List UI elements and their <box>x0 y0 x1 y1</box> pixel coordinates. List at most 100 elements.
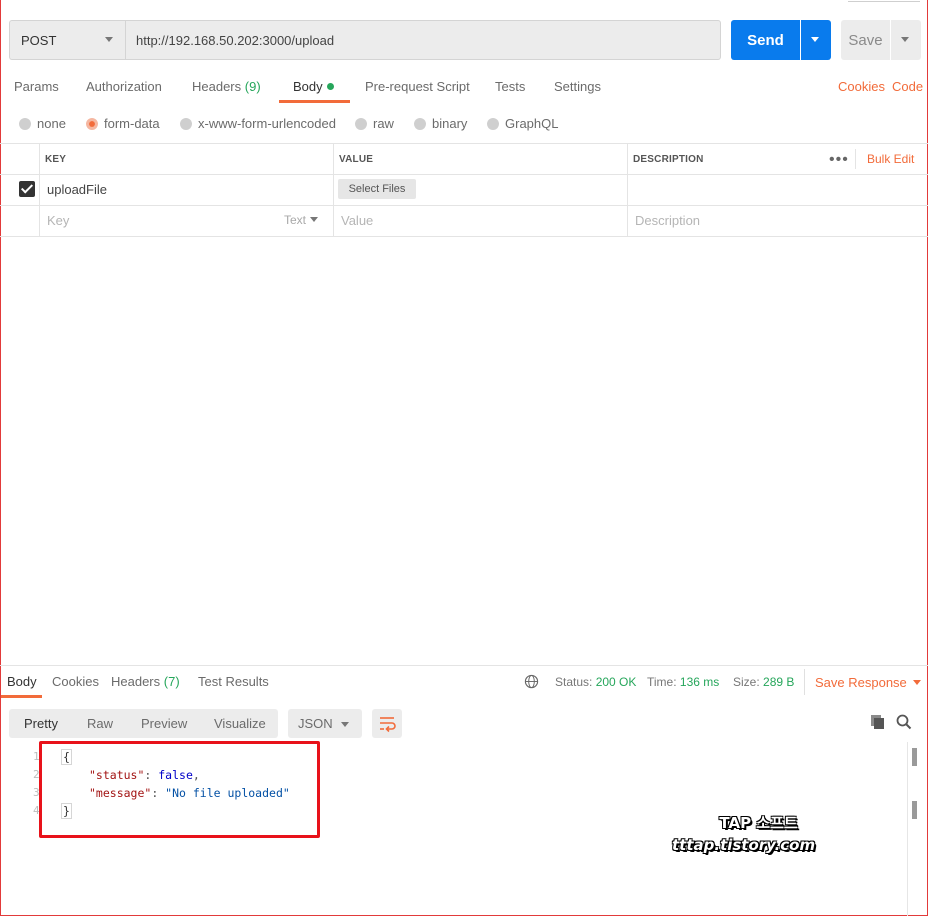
column-header-description: DESCRIPTION <box>633 154 704 165</box>
watermark-title: TAP 소프트 <box>719 814 798 832</box>
send-options-button[interactable] <box>801 20 831 60</box>
tab-headers-count: (9) <box>244 79 261 94</box>
active-tab-indicator <box>1 695 42 698</box>
more-options-icon[interactable]: ••• <box>829 151 849 169</box>
wrap-lines-button[interactable] <box>372 709 402 738</box>
chevron-down-icon <box>105 37 113 42</box>
response-tab-cookies[interactable]: Cookies <box>52 674 99 689</box>
radio-selected-icon <box>86 117 98 130</box>
view-preview-button[interactable]: Preview <box>141 716 187 731</box>
chevron-down-icon <box>912 680 921 685</box>
new-value-input[interactable]: Value <box>341 213 373 228</box>
format-select[interactable]: JSON <box>288 709 362 738</box>
save-response-button[interactable]: Save Response <box>815 675 921 690</box>
send-button[interactable]: Send <box>731 20 800 60</box>
copy-icon[interactable] <box>869 713 887 731</box>
time-readout: Time: 136 ms <box>647 675 719 689</box>
tab-settings[interactable]: Settings <box>554 79 601 94</box>
view-pretty-button[interactable]: Pretty <box>24 716 58 731</box>
view-raw-button[interactable]: Raw <box>87 716 113 731</box>
radio-graphql[interactable]: GraphQL <box>487 116 558 131</box>
top-divider <box>848 0 920 2</box>
scrollbar-thumb[interactable] <box>912 748 917 766</box>
scrollbar-thumb[interactable] <box>912 801 917 819</box>
url-input[interactable]: http://192.168.50.202:3000/upload <box>125 20 721 60</box>
response-tab-test-results[interactable]: Test Results <box>198 674 269 689</box>
select-files-button[interactable]: Select Files <box>338 179 416 199</box>
scrollbar-track[interactable] <box>907 742 908 916</box>
radio-form-data[interactable]: form-data <box>86 116 160 131</box>
status-readout: Status: 200 OK <box>555 675 636 689</box>
view-visualize-button[interactable]: Visualize <box>214 716 266 731</box>
table-divider <box>627 143 628 237</box>
search-icon[interactable] <box>895 713 913 731</box>
tab-authorization[interactable]: Authorization <box>86 79 162 94</box>
save-button[interactable]: Save <box>841 20 890 60</box>
table-divider <box>39 143 40 237</box>
radio-binary[interactable]: binary <box>414 116 467 131</box>
radio-icon <box>355 117 367 130</box>
watermark: TAP 소프트 tttap.tistory.com <box>672 812 815 856</box>
radio-icon <box>19 117 31 130</box>
chevron-down-icon <box>341 722 349 727</box>
tab-pre-request-script[interactable]: Pre-request Script <box>365 79 470 94</box>
method-select[interactable]: POST <box>9 20 125 60</box>
method-label: POST <box>21 32 57 48</box>
size-value: 289 B <box>763 675 795 689</box>
response-tab-headers-label: Headers <box>111 674 161 689</box>
tab-body[interactable]: Body <box>293 79 334 94</box>
save-response-label: Save Response <box>815 675 907 690</box>
radio-graphql-label: GraphQL <box>505 116 559 131</box>
bulk-edit-link[interactable]: Bulk Edit <box>867 152 914 166</box>
new-description-input[interactable]: Description <box>635 213 700 228</box>
chevron-down-icon <box>901 37 909 42</box>
type-select[interactable]: Text <box>284 213 319 227</box>
time-value: 136 ms <box>679 675 720 689</box>
tab-headers[interactable]: Headers (9) <box>192 79 261 94</box>
tab-params[interactable]: Params <box>14 79 59 94</box>
divider <box>804 669 805 695</box>
new-key-input[interactable]: Key <box>47 213 69 228</box>
wrap-lines-icon <box>380 717 396 733</box>
column-header-value: VALUE <box>339 154 374 165</box>
chevron-down-icon <box>811 37 819 42</box>
radio-raw[interactable]: raw <box>355 116 394 131</box>
cookies-link[interactable]: Cookies <box>838 79 885 94</box>
radio-icon <box>487 117 499 130</box>
response-divider <box>0 665 928 666</box>
save-options-button[interactable] <box>891 20 921 60</box>
column-header-key: KEY <box>45 154 67 165</box>
globe-icon[interactable] <box>524 674 539 689</box>
radio-urlencoded-label: x-www-form-urlencoded <box>198 116 336 131</box>
modified-dot-icon <box>326 83 334 90</box>
format-select-label: JSON <box>298 716 333 731</box>
size-readout: Size: 289 B <box>733 675 794 689</box>
type-select-label: Text <box>284 213 307 227</box>
response-tab-headers[interactable]: Headers (7) <box>111 674 180 689</box>
radio-icon <box>180 117 192 130</box>
response-tab-body[interactable]: Body <box>7 674 37 689</box>
radio-binary-label: binary <box>432 116 468 131</box>
radio-urlencoded[interactable]: x-www-form-urlencoded <box>180 116 336 131</box>
watermark-url: tttap.tistory.com <box>672 836 816 854</box>
row-enabled-checkbox[interactable] <box>19 181 35 197</box>
time-label: Time: <box>647 675 677 689</box>
status-label: Status: <box>555 675 593 689</box>
row-key-cell[interactable]: uploadFile <box>47 182 107 197</box>
url-text: http://192.168.50.202:3000/upload <box>136 32 335 48</box>
code-link[interactable]: Code <box>892 79 923 94</box>
radio-raw-label: raw <box>373 116 394 131</box>
response-tab-headers-count: (7) <box>163 674 180 689</box>
table-divider <box>333 143 334 237</box>
tab-headers-label: Headers <box>192 79 242 94</box>
radio-form-data-label: form-data <box>104 116 160 131</box>
table-border <box>0 143 928 144</box>
table-border <box>0 236 928 237</box>
radio-none-label: none <box>37 116 66 131</box>
size-label: Size: <box>733 675 760 689</box>
chevron-down-icon <box>310 217 319 222</box>
tab-tests[interactable]: Tests <box>495 79 525 94</box>
status-value: 200 OK <box>595 675 637 689</box>
table-border <box>0 205 928 206</box>
radio-none[interactable]: none <box>19 116 66 131</box>
